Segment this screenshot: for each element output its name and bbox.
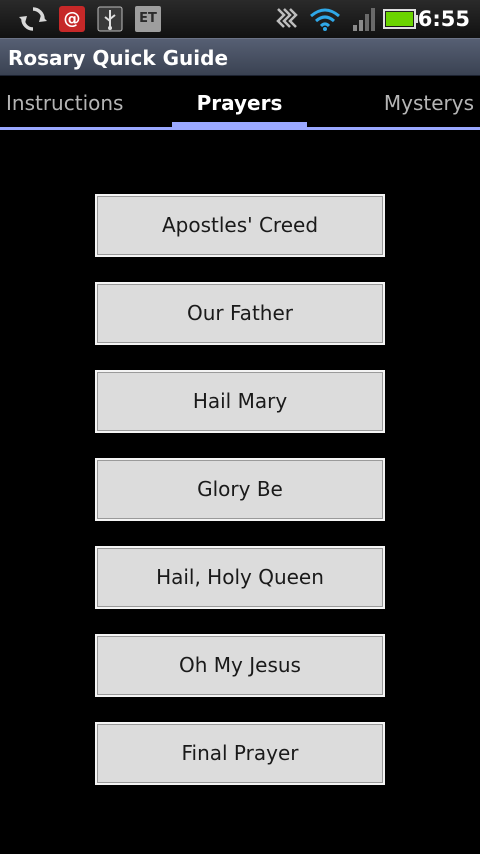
prayer-list: Apostles' Creed Our Father Hail Mary Glo… — [95, 194, 385, 810]
hail-mary-button[interactable]: Hail Mary — [95, 370, 385, 433]
sync-icon — [19, 7, 47, 31]
signal-icon — [353, 8, 375, 31]
status-bar: @ ET 6:55 — [0, 0, 480, 38]
hail-holy-queen-button[interactable]: Hail, Holy Queen — [95, 546, 385, 609]
tab-mysterys[interactable]: Mysterys — [384, 90, 474, 116]
wifi-icon — [310, 8, 340, 31]
title-bar: Rosary Quick Guide — [0, 38, 480, 76]
usb-icon — [97, 6, 123, 32]
tab-instructions[interactable]: Instructions — [6, 90, 123, 116]
our-father-button[interactable]: Our Father — [95, 282, 385, 345]
selected-tab-indicator — [172, 122, 307, 130]
tab-prayers[interactable]: Prayers — [172, 90, 307, 116]
glory-be-button[interactable]: Glory Be — [95, 458, 385, 521]
app-title: Rosary Quick Guide — [8, 46, 229, 70]
final-prayer-button[interactable]: Final Prayer — [95, 722, 385, 785]
et-app-icon: ET — [135, 6, 161, 32]
email-icon: @ — [59, 6, 85, 32]
apostles-creed-button[interactable]: Apostles' Creed — [95, 194, 385, 257]
vibrate-icon — [276, 8, 298, 28]
battery-icon — [383, 9, 418, 29]
status-clock: 6:55 — [417, 7, 470, 31]
oh-my-jesus-button[interactable]: Oh My Jesus — [95, 634, 385, 697]
